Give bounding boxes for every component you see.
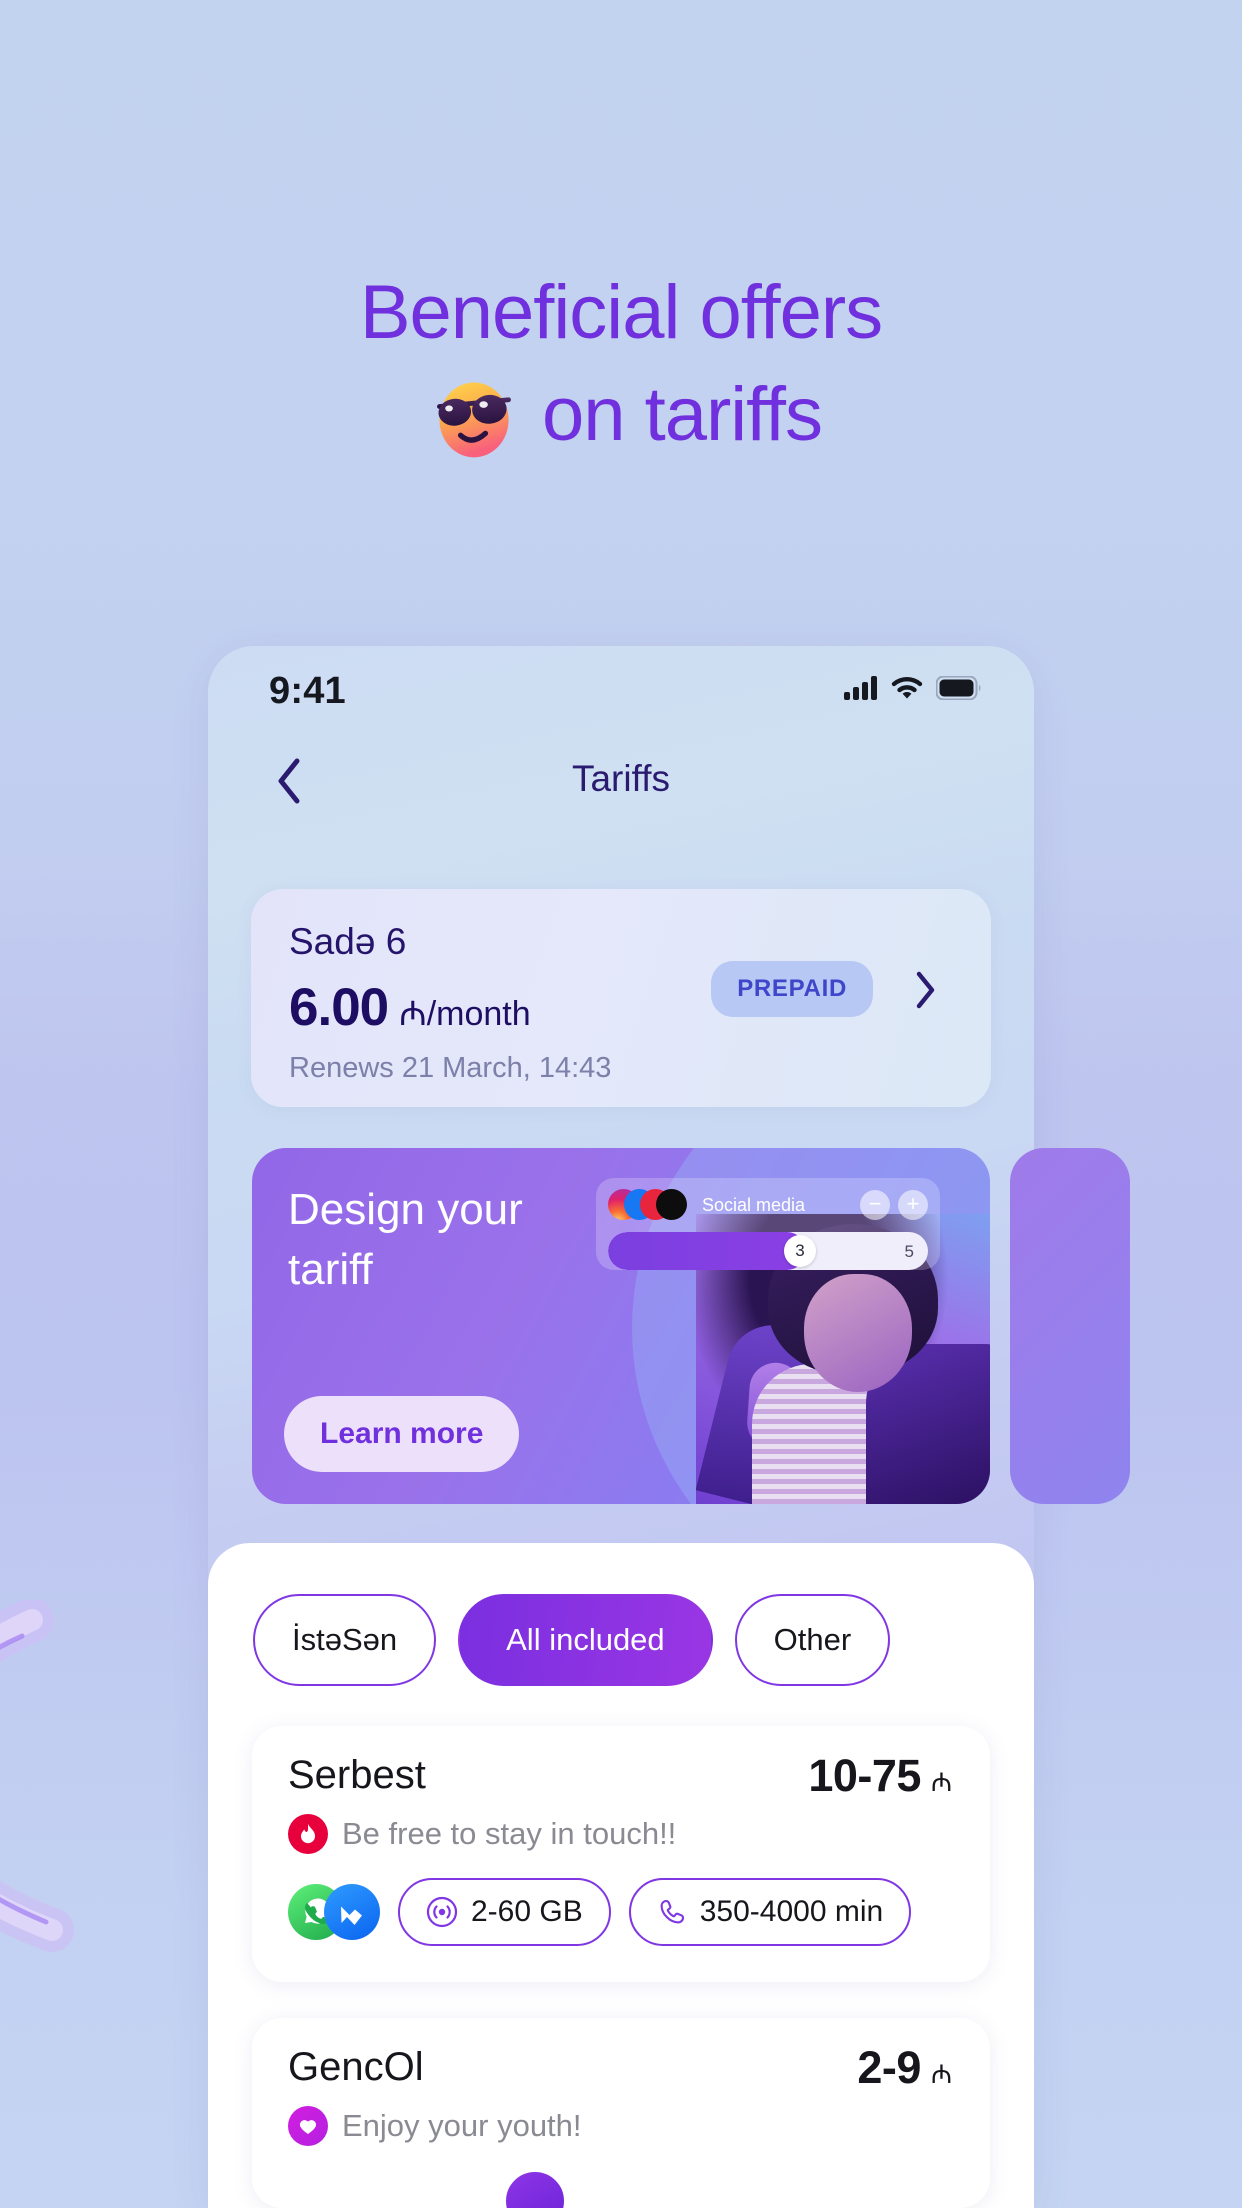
status-bar-icons (844, 676, 982, 700)
tariff-list-sheet: İstəSən All included Other Serbest 10-75… (208, 1543, 1034, 2208)
feature-pill-data[interactable]: 2-60 GB (398, 1878, 611, 1946)
slider-max-label: 5 (904, 1242, 914, 1261)
hero-headline: Beneficial offers on tariffs (0, 262, 1242, 466)
promo-banner[interactable]: Design your tariff Social media − + 5 3 … (252, 1148, 990, 1504)
messenger-logo (324, 1884, 380, 1940)
filter-chip-other[interactable]: Other (734, 1594, 891, 1686)
battery-icon (936, 676, 982, 700)
tariff-name: GencOl (288, 2045, 424, 2089)
chevron-right-icon[interactable] (909, 967, 943, 1013)
heart-icon (288, 2106, 328, 2146)
wifi-icon (891, 676, 923, 700)
current-tariff-card[interactable]: Sadə 6 6.00 ₼/month Renews 21 March, 14:… (251, 889, 991, 1107)
decrease-button[interactable]: − (860, 1190, 890, 1220)
person-face (804, 1274, 912, 1392)
slider-knob[interactable]: 3 (784, 1235, 816, 1267)
tariff-price-currency: ₼ (930, 1767, 952, 1797)
nav-bar: Tariffs (208, 738, 1034, 836)
banner-title: Design your tariff (288, 1185, 523, 1294)
fire-icon (288, 1814, 328, 1854)
tariff-accent-badge (502, 2168, 568, 2208)
current-tariff-unit: ₼/month (399, 995, 531, 1033)
slider-fill (608, 1232, 807, 1270)
hero-headline-line1: Beneficial offers (359, 270, 883, 355)
phone-handset-icon (657, 1897, 687, 1927)
learn-more-button[interactable]: Learn more (284, 1396, 520, 1472)
tariff-subtitle: Enjoy your youth! (342, 2108, 582, 2143)
tiktok-logo (656, 1189, 687, 1220)
current-tariff-price-row: 6.00 ₼/month (289, 977, 531, 1038)
tariff-social-icons (288, 1884, 380, 1940)
page-title: Tariffs (571, 758, 670, 799)
background-swirl-decoration (0, 1600, 212, 1960)
tariff-price: 10-75 ₼ (808, 1750, 952, 1802)
status-bar-time: 9:41 (269, 670, 346, 712)
widget-slider[interactable]: 5 3 (608, 1232, 928, 1270)
filter-chip-group: İstəSən All included Other (253, 1594, 891, 1686)
tariff-price-value: 10-75 (808, 1750, 921, 1801)
current-tariff-renews: Renews 21 March, 14:43 (289, 1052, 612, 1084)
status-bar: 9:41 (208, 646, 1034, 738)
sunglasses-face-emoji (420, 370, 528, 466)
tariff-subtitle-row: Be free to stay in touch!! (288, 1814, 676, 1854)
social-logos-group (608, 1189, 696, 1221)
cellular-signal-icon (844, 676, 878, 700)
tariff-card-serbest[interactable]: Serbest 10-75 ₼ Be free to stay in touch… (252, 1726, 990, 1982)
tariff-price-currency: ₼ (930, 2059, 952, 2089)
widget-label: Social media (702, 1194, 806, 1215)
current-tariff-name: Sadə 6 (289, 921, 407, 962)
feature-pill-minutes-label: 350-4000 min (699, 1895, 884, 1928)
widget-header: Social media − + (608, 1188, 928, 1222)
data-signal-icon (426, 1896, 458, 1928)
feature-pill-minutes[interactable]: 350-4000 min (628, 1878, 912, 1946)
tariff-subtitle: Be free to stay in touch!! (342, 1816, 677, 1851)
tariff-features-row: 2-60 GB 350-4000 min (288, 1878, 912, 1946)
tariff-price-value: 2-9 (857, 2042, 921, 2093)
tariff-builder-widget[interactable]: Social media − + 5 3 (596, 1178, 940, 1270)
increase-button[interactable]: + (898, 1190, 928, 1220)
feature-pill-data-label: 2-60 GB (471, 1895, 583, 1928)
widget-stepper[interactable]: − + (860, 1190, 928, 1220)
tariff-subtitle-row: Enjoy your youth! (288, 2106, 582, 2146)
tariff-card-gencol[interactable]: GencOl 2-9 ₼ Enjoy your youth! (252, 2018, 990, 2208)
tariff-price: 2-9 ₼ (857, 2042, 952, 2094)
status-badge: PREPAID (711, 961, 873, 1017)
current-tariff-price: 6.00 (289, 978, 389, 1037)
tariff-name: Serbest (288, 1753, 426, 1797)
hero-headline-line2-wrap: on tariffs (0, 364, 1242, 466)
filter-chip-all-included[interactable]: All included (458, 1594, 713, 1686)
banner-carousel-next-card[interactable] (1010, 1148, 1130, 1504)
filter-chip-istesen[interactable]: İstəSən (253, 1594, 437, 1686)
hero-headline-line2-text: on tariffs (541, 372, 823, 457)
